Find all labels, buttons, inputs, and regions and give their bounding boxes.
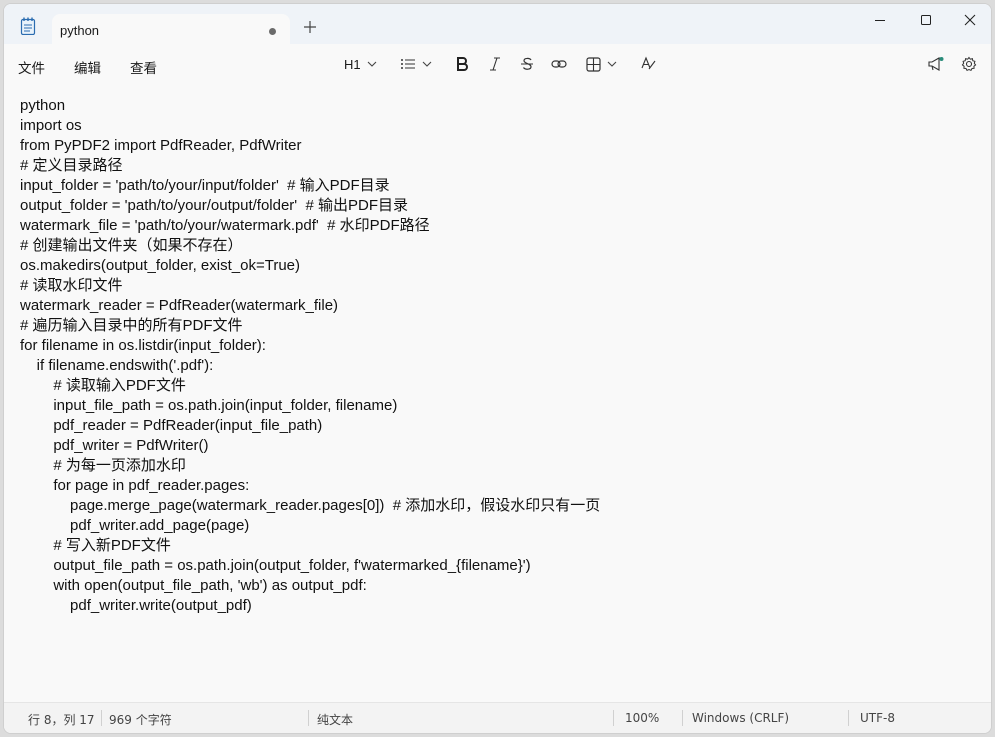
text-line: # 写入新PDF文件 xyxy=(20,537,171,554)
tab-title: python xyxy=(60,23,100,38)
megaphone-icon xyxy=(928,57,944,71)
maximize-icon xyxy=(921,15,931,25)
heading-label: H1 xyxy=(344,56,361,72)
menu-file[interactable]: 文件 xyxy=(18,57,45,77)
text-line: pdf_writer.write(output_pdf) xyxy=(20,597,252,614)
text-line: pdf_writer = PdfWriter() xyxy=(20,437,209,454)
text-line: for page in pdf_reader.pages: xyxy=(20,477,250,494)
strikethrough-icon xyxy=(521,57,533,70)
document-tab[interactable]: python xyxy=(52,14,290,46)
chevron-down-icon xyxy=(367,61,377,67)
status-bar: 行 8，列 17 969 个字符 纯文本 100% Windows (CRLF)… xyxy=(4,702,991,733)
list-dropdown[interactable] xyxy=(400,54,432,74)
plus-icon[interactable] xyxy=(303,20,317,34)
strikethrough-button[interactable] xyxy=(520,54,534,74)
text-editor[interactable]: python import os from PyPDF2 import PdfRea… xyxy=(20,96,971,699)
chevron-down-icon xyxy=(607,61,617,67)
text-line: if filename.endswith('.pdf'): xyxy=(20,357,214,374)
list-icon xyxy=(401,59,415,69)
link-button[interactable] xyxy=(551,54,567,74)
menu-toolbar: 文件 编辑 查看 H1 xyxy=(4,46,991,82)
close-button[interactable] xyxy=(947,4,991,38)
italic-icon xyxy=(490,57,500,71)
link-icon xyxy=(551,60,567,68)
text-line: output_folder = 'path/to/your/output/fol… xyxy=(20,197,409,214)
table-dropdown[interactable] xyxy=(586,54,617,74)
text-line: pdf_reader = PdfReader(input_file_path) xyxy=(20,417,323,434)
status-divider xyxy=(848,710,849,726)
text-line: page.merge_page(watermark_reader.pages[0… xyxy=(20,497,601,514)
status-divider xyxy=(101,710,102,726)
zoom-level[interactable]: 100% xyxy=(625,711,659,725)
character-count: 969 个字符 xyxy=(109,713,172,727)
menu-view[interactable]: 查看 xyxy=(130,57,157,77)
clear-format-icon xyxy=(641,56,656,70)
encoding[interactable]: UTF-8 xyxy=(860,711,895,725)
maximize-button[interactable] xyxy=(903,4,949,38)
notepad-icon xyxy=(20,17,36,35)
unsaved-dot-icon[interactable] xyxy=(269,28,276,35)
heading-dropdown[interactable]: H1 xyxy=(344,54,377,74)
title-bar: python xyxy=(4,4,991,46)
text-line: input_folder = 'path/to/your/input/folde… xyxy=(20,177,390,194)
italic-button[interactable] xyxy=(488,54,502,74)
status-divider xyxy=(613,710,614,726)
text-line: watermark_reader = PdfReader(watermark_f… xyxy=(20,297,339,314)
status-divider xyxy=(682,710,683,726)
text-line: pdf_writer.add_page(page) xyxy=(20,517,250,534)
text-line: # 创建输出文件夹（如果不存在） xyxy=(20,237,243,254)
text-line: watermark_file = 'path/to/your/watermark… xyxy=(20,217,430,234)
format-mode[interactable]: 纯文本 xyxy=(317,711,353,728)
notepad-window: python 文件 编辑 查看 H1 python import os from… xyxy=(3,3,992,734)
text-line: output_file_path = os.path.join(output_f… xyxy=(20,557,531,574)
close-icon xyxy=(964,14,976,26)
text-line: import os xyxy=(20,117,82,134)
table-icon xyxy=(586,56,601,72)
settings-button[interactable] xyxy=(961,54,977,74)
text-line: # 遍历输入目录中的所有PDF文件 xyxy=(20,317,243,334)
copilot-button[interactable] xyxy=(927,54,945,74)
text-line: python xyxy=(20,97,66,114)
minimize-icon xyxy=(875,20,885,21)
line-ending[interactable]: Windows (CRLF) xyxy=(692,711,789,725)
gear-icon xyxy=(961,56,977,72)
menu-edit[interactable]: 编辑 xyxy=(74,57,101,77)
text-line: for filename in os.listdir(input_folder)… xyxy=(20,337,266,354)
text-line: # 读取输入PDF文件 xyxy=(20,377,186,394)
text-line: # 定义目录路径 xyxy=(20,157,123,174)
bold-icon xyxy=(457,57,468,71)
bold-button[interactable] xyxy=(455,54,469,74)
status-divider xyxy=(308,710,309,726)
text-line: # 读取水印文件 xyxy=(20,277,123,294)
cursor-position[interactable]: 行 8，列 17 xyxy=(28,711,95,728)
minimize-button[interactable] xyxy=(857,4,903,38)
clear-format-button[interactable] xyxy=(640,54,656,74)
text-line: with open(output_file_path, 'wb') as out… xyxy=(20,577,367,594)
text-line: from PyPDF2 import PdfReader, PdfWriter xyxy=(20,137,302,154)
text-line: input_file_path = os.path.join(input_fol… xyxy=(20,397,398,414)
chevron-down-icon xyxy=(422,61,432,67)
text-line: os.makedirs(output_folder, exist_ok=True… xyxy=(20,257,300,274)
text-line: # 为每一页添加水印 xyxy=(20,457,186,474)
